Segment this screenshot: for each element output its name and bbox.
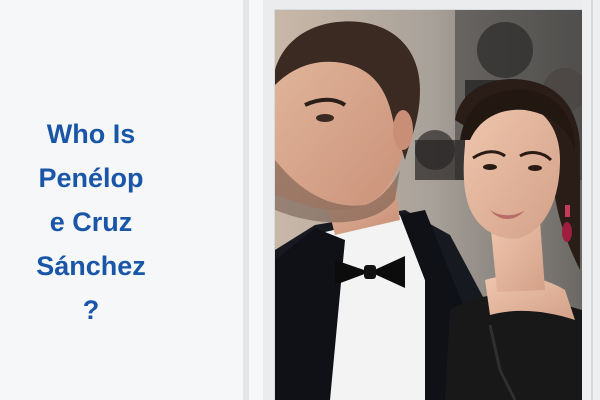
right-scroll-edge — [591, 0, 593, 400]
title-line-4: Sánchez — [36, 251, 146, 281]
photo-illustration — [275, 10, 582, 400]
title-line-2: Penélop — [38, 163, 144, 193]
article-title-panel: Who Is Penélop e Cruz Sánchez ? — [0, 0, 243, 400]
title-line-5: ? — [82, 295, 100, 325]
title-line-3: e Cruz — [49, 207, 133, 237]
title-line-1: Who Is — [46, 119, 136, 149]
featured-photo[interactable] — [275, 10, 582, 400]
panel-divider-edge — [249, 0, 263, 400]
article-title: Who Is Penélop e Cruz Sánchez ? — [14, 112, 168, 332]
